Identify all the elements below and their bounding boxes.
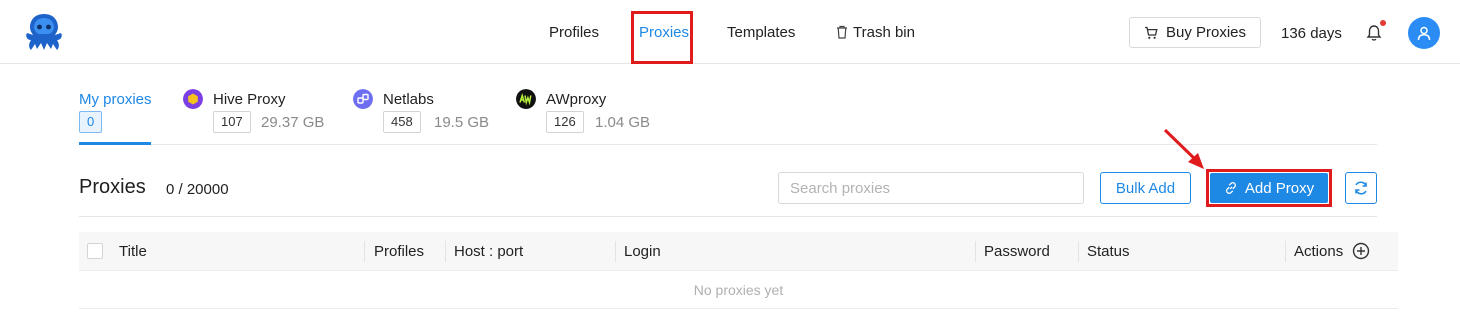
column-status[interactable]: Status xyxy=(1087,232,1130,271)
proxies-highlight-box xyxy=(631,11,693,64)
tab-count-badge: 0 xyxy=(79,111,103,133)
bulk-add-button[interactable]: Bulk Add xyxy=(1100,172,1191,204)
add-proxy-label: Add Proxy xyxy=(1244,179,1315,197)
active-tab-indicator xyxy=(79,142,151,145)
column-divider xyxy=(445,241,446,262)
select-all-checkbox[interactable] xyxy=(87,243,103,259)
toolbar-divider xyxy=(79,216,1377,217)
tab-netlabs[interactable]: Netlabs 458 19.5 GB xyxy=(353,64,493,145)
awproxy-icon xyxy=(516,89,536,109)
column-divider xyxy=(975,241,976,262)
column-password[interactable]: Password xyxy=(984,232,1050,271)
link-icon xyxy=(1225,182,1236,194)
tab-title: AWproxy xyxy=(546,91,607,108)
column-divider xyxy=(1078,241,1079,262)
tab-traffic-size: 19.5 GB xyxy=(434,114,490,131)
table-header: Title Profiles Host : port Login Passwor… xyxy=(79,232,1398,271)
tab-count-badge: 126 xyxy=(546,111,584,133)
trash-icon xyxy=(837,25,847,39)
column-divider xyxy=(364,241,365,262)
proxy-count: 0 / 20000 xyxy=(166,181,229,198)
tab-count-badge: 107 xyxy=(213,111,251,133)
tab-awproxy[interactable]: AWproxy 126 1.04 GB xyxy=(516,64,656,145)
add-column-plus-icon[interactable] xyxy=(1352,242,1370,260)
column-divider xyxy=(615,241,616,262)
netlabs-icon xyxy=(353,89,373,109)
avatar[interactable] xyxy=(1408,17,1440,49)
column-host-port[interactable]: Host : port xyxy=(454,232,523,271)
add-proxy-button[interactable]: Add Proxy xyxy=(1210,173,1328,203)
column-profiles[interactable]: Profiles xyxy=(374,232,424,271)
nav-templates[interactable]: Templates xyxy=(727,24,795,41)
refresh-icon xyxy=(1355,181,1367,195)
tab-hive-proxy[interactable]: Hive Proxy 107 29.37 GB xyxy=(183,64,333,145)
notification-dot xyxy=(1380,20,1386,26)
tab-my-proxies[interactable]: My proxies 0 xyxy=(79,64,159,145)
cart-icon xyxy=(1144,26,1158,39)
buy-proxies-button[interactable]: Buy Proxies xyxy=(1129,17,1261,48)
top-navbar: Profiles Proxies Templates Trash bin Buy… xyxy=(0,0,1460,64)
tab-traffic-size: 29.37 GB xyxy=(261,114,325,131)
column-actions: Actions xyxy=(1294,243,1344,260)
subscription-days: 136 days xyxy=(1281,25,1342,42)
bell-icon[interactable] xyxy=(1366,24,1382,42)
tab-title: Hive Proxy xyxy=(213,91,286,108)
tab-title: My proxies xyxy=(79,91,152,108)
column-title[interactable]: Title xyxy=(119,232,147,271)
column-login[interactable]: Login xyxy=(624,232,661,271)
trash-bin-label: Trash bin xyxy=(853,24,915,41)
red-arrow-annotation xyxy=(1163,128,1204,169)
refresh-button[interactable] xyxy=(1345,172,1377,204)
hive-proxy-icon xyxy=(183,89,203,109)
tab-title: Netlabs xyxy=(383,91,434,108)
tab-count-badge: 458 xyxy=(383,111,421,133)
tab-traffic-size: 1.04 GB xyxy=(595,114,651,131)
search-input[interactable] xyxy=(778,172,1084,204)
column-divider xyxy=(1285,241,1286,262)
buy-proxies-label: Buy Proxies xyxy=(1165,24,1247,41)
user-icon xyxy=(1417,26,1431,40)
page-title: Proxies xyxy=(79,176,146,198)
octopus-logo-icon[interactable] xyxy=(22,12,66,52)
nav-trash-bin[interactable]: Trash bin xyxy=(836,24,915,41)
nav-profiles[interactable]: Profiles xyxy=(549,24,599,41)
empty-state-text: No proxies yet xyxy=(79,271,1398,309)
